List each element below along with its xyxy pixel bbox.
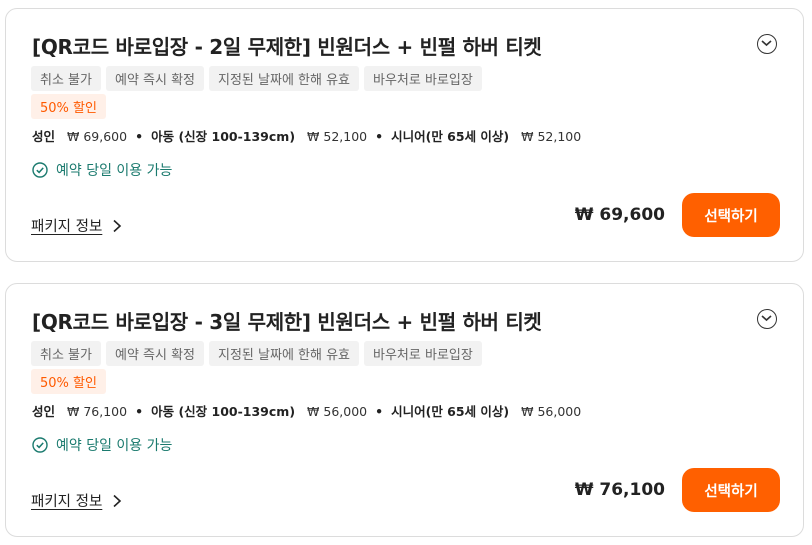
product-card: [QR코드 바로입장 - 2일 무제한] 빈원더스 + 빈펄 하버 티켓 취소 … [5,8,804,262]
package-info-link[interactable]: 패키지 정보 [31,490,122,511]
price-value-child: ₩ 52,100 [307,129,368,144]
package-info-link[interactable]: 패키지 정보 [31,215,122,236]
check-circle-icon [32,437,48,453]
price-breakdown: 성인 ₩ 69,600 • 아동 (신장 100-139cm) ₩ 52,100 • 시니어… [32,126,581,145]
price-value-child: ₩ 56,000 [307,404,368,419]
tag: 취소 불가 [31,66,101,91]
chevron-right-icon [113,494,122,507]
tag-list: 취소 불가 예약 즉시 확정 지정된 날짜에 한해 유효 바우처로 바로입장 [31,341,482,366]
price-label-adult: 성인 [32,404,56,419]
price-value-adult: ₩ 69,600 [67,129,128,144]
chevron-right-icon [113,219,122,232]
tag: 바우처로 바로입장 [364,341,482,366]
check-circle-icon [32,162,48,178]
tag: 지정된 날짜에 한해 유효 [209,66,360,91]
tag: 예약 즉시 확정 [105,341,205,366]
discount-badge: 50% 할인 [31,369,106,394]
product-card: [QR코드 바로입장 - 3일 무제한] 빈원더스 + 빈펄 하버 티켓 취소 … [5,283,804,537]
package-info-label: 패키지 정보 [31,494,103,510]
price-value-senior: ₩ 52,100 [521,129,582,144]
tag: 바우처로 바로입장 [364,66,482,91]
same-day-label: 예약 당일 이용 가능 [56,163,173,179]
package-info-label: 패키지 정보 [31,219,103,235]
price-value-senior: ₩ 56,000 [521,404,582,419]
select-button[interactable]: 선택하기 [682,193,780,237]
same-day-label: 예약 당일 이용 가능 [56,438,173,454]
price-label-child: 아동 (신장 100-139cm) [151,129,296,144]
discount-badge: 50% 할인 [31,94,106,119]
separator-dot: • [135,129,144,144]
total-price: ₩ 76,100 [574,480,665,500]
chevron-down-circle-icon[interactable] [757,34,777,54]
same-day-availability: 예약 당일 이용 가능 [32,435,172,455]
product-title: [QR코드 바로입장 - 2일 무제한] 빈원더스 + 빈펄 하버 티켓 [32,35,542,59]
tag: 지정된 날짜에 한해 유효 [209,341,360,366]
price-value-adult: ₩ 76,100 [67,404,128,419]
tag: 예약 즉시 확정 [105,66,205,91]
price-label-senior: 시니어(만 65세 이상) [391,129,510,144]
same-day-availability: 예약 당일 이용 가능 [32,160,172,180]
chevron-down-circle-icon[interactable] [757,309,777,329]
separator-dot: • [375,129,384,144]
product-title: [QR코드 바로입장 - 3일 무제한] 빈원더스 + 빈펄 하버 티켓 [32,310,542,334]
tag-list: 취소 불가 예약 즉시 확정 지정된 날짜에 한해 유효 바우처로 바로입장 [31,66,482,91]
price-label-senior: 시니어(만 65세 이상) [391,404,510,419]
tag: 취소 불가 [31,341,101,366]
price-breakdown: 성인 ₩ 76,100 • 아동 (신장 100-139cm) ₩ 56,000 • 시니어… [32,401,581,420]
total-price: ₩ 69,600 [574,205,665,225]
price-label-child: 아동 (신장 100-139cm) [151,404,296,419]
separator-dot: • [135,404,144,419]
separator-dot: • [375,404,384,419]
select-button[interactable]: 선택하기 [682,468,780,512]
price-label-adult: 성인 [32,129,56,144]
